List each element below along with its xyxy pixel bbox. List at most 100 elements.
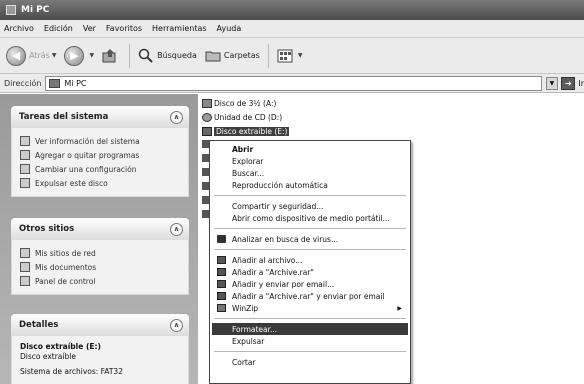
- menu-item-label: Añadir a "Archive.rar": [232, 267, 314, 277]
- views-button[interactable]: ▼: [277, 48, 302, 64]
- task-eject-disk[interactable]: Expulsar este disco: [20, 176, 180, 190]
- menu-item-scan-virus[interactable]: Analizar en busca de virus...: [212, 233, 408, 245]
- toolbar-separator: [129, 43, 131, 68]
- place-documents[interactable]: Mis documentos: [20, 260, 180, 274]
- details-filesystem: Sistema de archivos: FAT32: [20, 367, 123, 376]
- menu-item-explore[interactable]: Explorar: [212, 155, 408, 167]
- menu-item-winzip[interactable]: WinZip ▶: [212, 302, 408, 314]
- details-panel: Detalles ∧ Disco extraíble (E:) Disco ex…: [11, 314, 189, 384]
- menu-item-label: Abrir como dispositivo de medio portátil…: [232, 213, 390, 223]
- menu-item-label: Cortar: [232, 357, 256, 367]
- collapse-chevron-icon[interactable]: ∧: [170, 222, 183, 236]
- drive-label: Unidad de CD (D:): [214, 113, 283, 122]
- menu-separator: [214, 351, 406, 352]
- address-label: Dirección: [4, 78, 42, 88]
- documents-folder-icon: [20, 262, 30, 272]
- menu-favoritos[interactable]: Favoritos: [106, 24, 142, 33]
- menu-item-add-rar[interactable]: Añadir a "Archive.rar": [212, 266, 408, 278]
- menu-item-add-archive[interactable]: Añadir al archivo...: [212, 254, 408, 266]
- menu-archivo[interactable]: Archivo: [4, 24, 34, 33]
- task-view-system-info[interactable]: Ver información del sistema: [20, 134, 180, 148]
- menu-item-label: Buscar...: [232, 168, 265, 178]
- folders-icon: [205, 48, 221, 64]
- back-label: Atrás: [29, 51, 50, 60]
- programs-icon: [20, 150, 30, 160]
- search-label: Búsqueda: [157, 51, 197, 60]
- menu-item-open-portable[interactable]: Abrir como dispositivo de medio portátil…: [212, 212, 408, 224]
- menu-edicion[interactable]: Edición: [44, 24, 73, 33]
- menu-item-label: Reproducción automática: [232, 180, 328, 190]
- network-icon: [20, 248, 30, 258]
- menu-item-label: Compartir y seguridad...: [232, 201, 324, 211]
- removable-drive-icon: [202, 127, 212, 136]
- forward-arrow-icon: ▶: [64, 45, 85, 66]
- address-bar: Dirección Mi PC ▼ ➜ Ir: [0, 74, 584, 93]
- system-info-icon: [20, 136, 30, 146]
- menu-separator: [214, 249, 406, 250]
- cd-drive-icon: [202, 113, 212, 122]
- place-network[interactable]: Mis sitios de red: [20, 246, 180, 260]
- control-panel-icon: [20, 164, 30, 174]
- other-places-header[interactable]: Otros sitios ∧: [11, 218, 189, 240]
- task-label: Ver información del sistema: [35, 136, 140, 146]
- place-control-panel[interactable]: Panel de control: [20, 274, 180, 288]
- folders-button[interactable]: Carpetas: [205, 48, 260, 64]
- menu-item-open[interactable]: Abrir: [212, 143, 408, 155]
- task-label: Expulsar este disco: [35, 178, 108, 188]
- drive-cd[interactable]: Unidad de CD (D:): [202, 112, 282, 123]
- address-input[interactable]: Mi PC: [45, 75, 542, 91]
- folders-label: Carpetas: [223, 51, 260, 60]
- menu-item-format[interactable]: Formatear...: [212, 323, 408, 335]
- menu-ver[interactable]: Ver: [83, 24, 96, 33]
- drive-label: Disco extraíble (E:): [214, 127, 290, 136]
- drive-label: Disco de 3½ (A:): [214, 99, 277, 108]
- window-title: Mi PC: [21, 5, 50, 15]
- chevron-down-icon: ▼: [51, 52, 57, 59]
- back-arrow-icon: ◀: [6, 45, 26, 66]
- antivirus-shield-icon: [217, 235, 226, 243]
- menu-separator: [214, 195, 406, 196]
- system-tasks-body: Ver información del sistema Agregar o qu…: [11, 128, 189, 197]
- other-places-panel: Otros sitios ∧ Mis sitios de red Mis doc…: [11, 218, 189, 295]
- up-folder-button[interactable]: [102, 48, 121, 64]
- details-body: Disco extraíble (E:) Disco extraíble Sis…: [11, 336, 189, 384]
- collapse-chevron-icon[interactable]: ∧: [170, 318, 183, 332]
- task-change-setting[interactable]: Cambiar una configuración: [20, 162, 180, 176]
- menu-item-search[interactable]: Buscar...: [212, 167, 408, 179]
- control-panel-icon: [20, 276, 30, 286]
- search-button[interactable]: Búsqueda: [138, 48, 197, 64]
- menu-item-label: Añadir al archivo...: [232, 255, 303, 265]
- my-computer-icon: [6, 5, 16, 15]
- address-dropdown-button[interactable]: ▼: [545, 76, 559, 90]
- menu-item-share[interactable]: Compartir y seguridad...: [212, 200, 408, 212]
- forward-button[interactable]: ▶ ▼: [64, 45, 94, 66]
- system-tasks-header[interactable]: Tareas del sistema ∧: [11, 106, 189, 128]
- menu-herramientas[interactable]: Herramientas: [152, 24, 207, 33]
- go-label[interactable]: Ir: [578, 79, 584, 88]
- context-menu: Abrir Explorar Buscar... Reproducción au…: [209, 140, 411, 384]
- winrar-icon: [217, 268, 226, 276]
- menu-item-label: Añadir y enviar por email...: [232, 279, 335, 289]
- title-bar: Mi PC: [0, 0, 584, 20]
- details-type: Disco extraíble: [20, 352, 76, 361]
- system-tasks-panel: Tareas del sistema ∧ Ver información del…: [11, 106, 189, 197]
- winrar-icon: [217, 280, 226, 288]
- drive-floppy[interactable]: Disco de 3½ (A:): [202, 98, 276, 109]
- go-arrow-icon[interactable]: ➜: [561, 76, 576, 90]
- menu-bar: Archivo Edición Ver Favoritos Herramient…: [0, 20, 584, 38]
- views-icon: [277, 48, 293, 64]
- menu-item-add-email[interactable]: Añadir y enviar por email...: [212, 278, 408, 290]
- menu-item-autoplay[interactable]: Reproducción automática: [212, 179, 408, 191]
- details-header[interactable]: Detalles ∧: [11, 314, 189, 336]
- task-add-remove-programs[interactable]: Agregar o quitar programas: [20, 148, 180, 162]
- menu-item-eject[interactable]: Expulsar: [212, 335, 408, 347]
- menu-item-label: Abrir: [232, 144, 254, 154]
- menu-ayuda[interactable]: Ayuda: [217, 24, 242, 33]
- menu-item-label: Explorar: [232, 156, 264, 166]
- menu-item-label: Añadir a "Archive.rar" y enviar por emai…: [232, 291, 385, 301]
- menu-item-cut[interactable]: Cortar: [212, 356, 408, 368]
- menu-item-add-rar-email[interactable]: Añadir a "Archive.rar" y enviar por emai…: [212, 290, 408, 302]
- back-button[interactable]: ◀ Atrás ▼: [6, 45, 57, 66]
- drive-removable[interactable]: Disco extraíble (E:): [202, 126, 290, 137]
- collapse-chevron-icon[interactable]: ∧: [170, 110, 183, 124]
